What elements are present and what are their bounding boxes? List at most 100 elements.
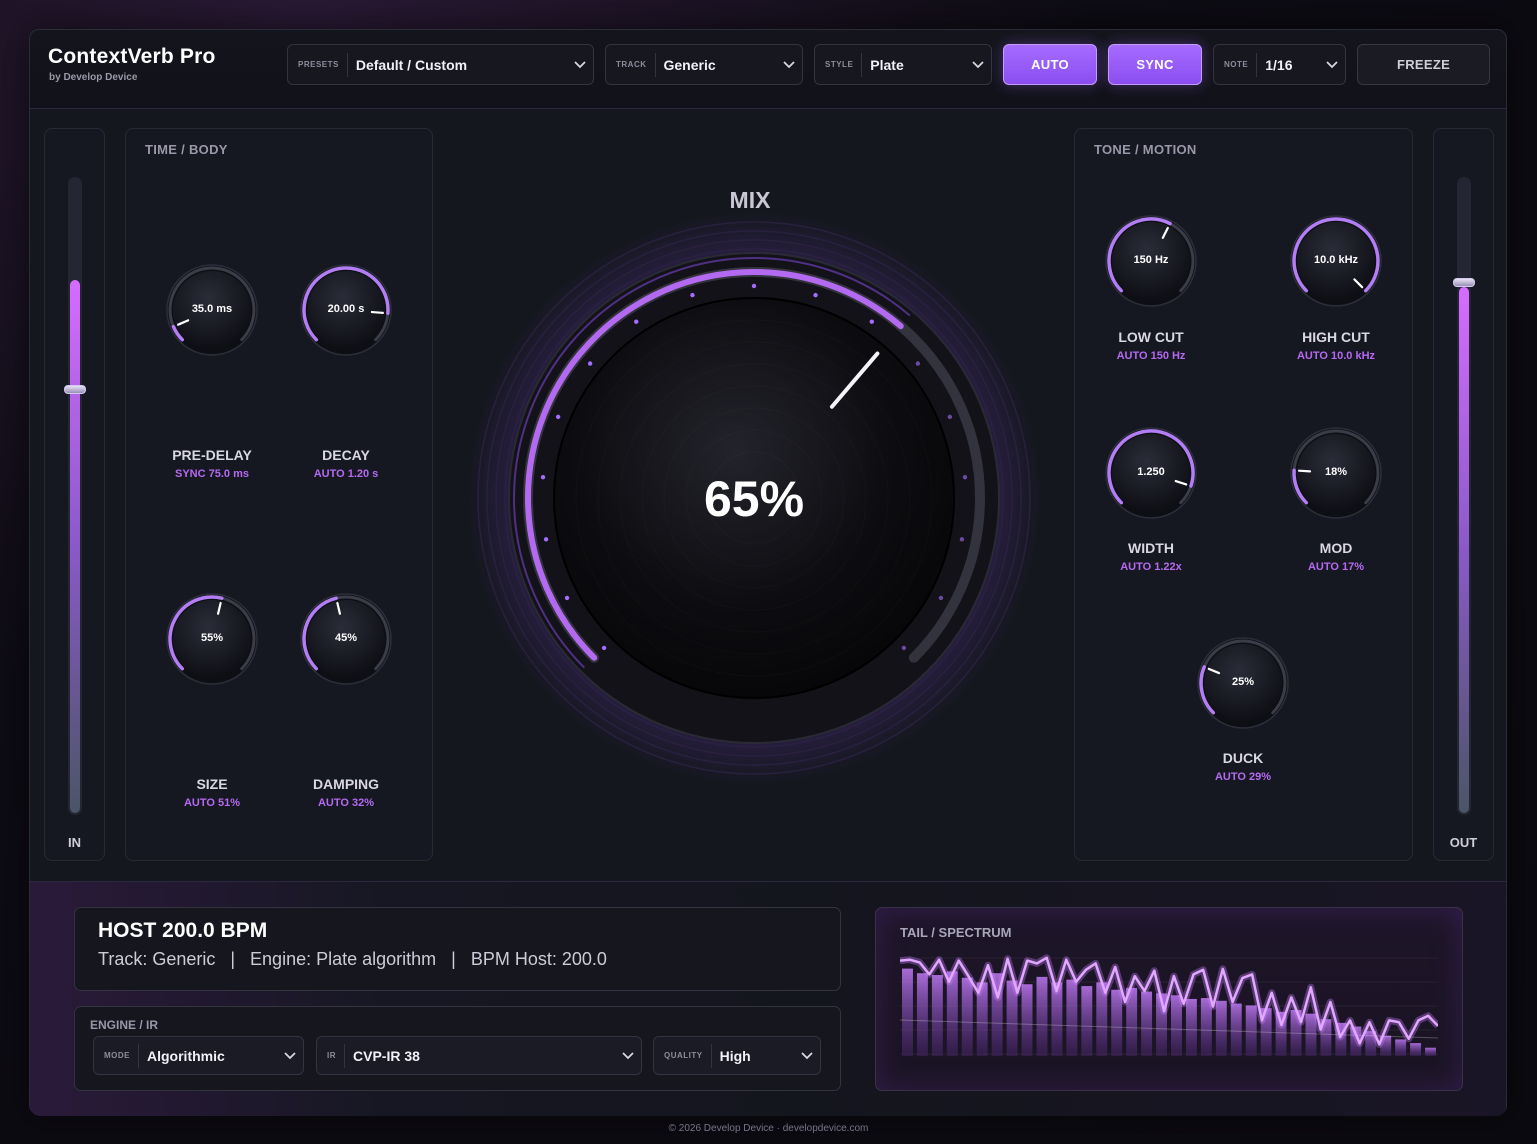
spectrum-bar <box>1425 1047 1436 1056</box>
footer-copyright: © 2026 Develop Device · developdevice.co… <box>668 1123 869 1134</box>
presets-dropdown[interactable]: PRESETS Default / Custom <box>287 44 594 85</box>
app-title: ContextVerb Pro <box>48 45 216 68</box>
knob-label: LOW CUT <box>1118 329 1184 345</box>
tail-spectrum-box: TAIL / SPECTRUM <box>875 907 1463 1091</box>
spectrum-bar <box>1036 976 1048 1056</box>
host-info-box: HOST 200.0 BPM Track: Generic | Engine: … <box>74 907 841 991</box>
time-body-panel: TIME / BODY 35.0 ms PRE-DELAY SYNC 75.0 ms… <box>125 128 433 861</box>
quality-dropdown[interactable]: QUALITY High <box>653 1036 821 1075</box>
mix-knob[interactable]: 65% <box>467 211 1041 785</box>
mix-value: 65% <box>704 471 804 527</box>
tone-motion-title: TONE / MOTION <box>1094 142 1197 157</box>
knob-value: 55% <box>200 632 224 644</box>
note-dropdown[interactable]: NOTE 1/16 <box>1213 44 1346 85</box>
tone_motion-knob-2[interactable]: 1.250 <box>1103 425 1199 521</box>
presets-tag: PRESETS <box>288 52 348 77</box>
tone_motion-knob-0[interactable]: 150 Hz <box>1103 213 1199 309</box>
host-info-line: Track: Generic | Engine: Plate algorithm… <box>98 949 607 969</box>
track-tag: TRACK <box>606 52 656 77</box>
track-dropdown[interactable]: TRACK Generic <box>605 44 803 85</box>
spectrum-bar <box>1215 1000 1227 1056</box>
time_body-knob-0[interactable]: 35.0 ms <box>164 262 260 358</box>
ir-tag: IR <box>317 1043 345 1068</box>
app-subtitle: by Develop Device <box>49 72 138 83</box>
engine-ir-box: ENGINE / IR MODE Algorithmic IR CVP-IR 3… <box>74 1006 841 1091</box>
knob-auto-value: AUTO 150 Hz <box>1116 350 1186 362</box>
knob-value: 25% <box>1231 676 1255 688</box>
spectrum-bar <box>1230 1003 1242 1056</box>
knob-value: 150 Hz <box>1133 254 1169 266</box>
tone_motion-knob-4[interactable]: 25% <box>1195 635 1291 731</box>
presets-value: Default / Custom <box>355 56 468 73</box>
output-level-fill <box>1459 286 1469 813</box>
knob-label: DECAY <box>322 447 370 463</box>
time_body-knob-3[interactable]: 45% <box>298 591 394 687</box>
tone_motion-knob-1[interactable]: 10.0 kHz <box>1288 213 1384 309</box>
mix-title: MIX <box>729 187 771 213</box>
chevron-down-icon <box>277 1037 303 1074</box>
spectrum-bar <box>916 973 928 1056</box>
knob-auto-value: AUTO 17% <box>1307 561 1365 573</box>
spectrum-bar <box>1395 1039 1407 1056</box>
bottom-section: HOST 200.0 BPM Track: Generic | Engine: … <box>30 881 1506 1116</box>
output-label: OUT <box>1449 835 1478 850</box>
style-dropdown[interactable]: STYLE Plate <box>814 44 992 85</box>
knob-auto-value: AUTO 32% <box>317 797 375 809</box>
spectrum-bar <box>1021 984 1033 1056</box>
ir-dropdown[interactable]: IR CVP-IR 38 <box>316 1036 642 1075</box>
output-meter-track <box>1453 177 1475 815</box>
knob-auto-value: AUTO 29% <box>1214 771 1272 783</box>
output-gain-slider-handle[interactable] <box>1453 277 1475 287</box>
sync-button[interactable]: SYNC <box>1108 44 1202 85</box>
spectrum-bar <box>1245 1005 1257 1056</box>
chevron-down-icon <box>567 45 593 84</box>
knob-value: 20.00 s <box>327 303 365 315</box>
mode-value: Algorithmic <box>147 1047 225 1064</box>
freeze-button[interactable]: FREEZE <box>1357 44 1490 85</box>
ir-value: CVP-IR 38 <box>353 1047 420 1064</box>
quality-tag: QUALITY <box>654 1043 712 1068</box>
chevron-down-icon <box>776 45 802 84</box>
tail-spectrum-title: TAIL / SPECTRUM <box>900 925 1012 940</box>
spectrum-bar <box>1185 998 1197 1056</box>
spectrum-bar <box>931 975 943 1056</box>
time_body-knob-1[interactable]: 20.00 s <box>298 262 394 358</box>
note-value: 1/16 <box>1265 56 1293 73</box>
chevron-down-icon <box>615 1037 641 1074</box>
input-gain-slider-handle[interactable] <box>64 384 86 394</box>
style-value: Plate <box>870 56 904 73</box>
knob-auto-value: AUTO 1.20 s <box>313 468 379 480</box>
track-value: Generic <box>663 56 716 73</box>
spectrum-bar <box>1410 1043 1422 1056</box>
auto-button[interactable]: AUTO <box>1003 44 1097 85</box>
style-tag: STYLE <box>815 52 863 77</box>
spectrum-bar <box>1066 979 1078 1056</box>
tone_motion-knob-3[interactable]: 18% <box>1288 425 1384 521</box>
time_body-knob-2[interactable]: 55% <box>164 591 260 687</box>
host-bpm-title: HOST 200.0 BPM <box>98 919 268 942</box>
spectrum-bar <box>961 977 973 1056</box>
header-bar: ContextVerb Pro by Develop Device PRESET… <box>30 30 1506 109</box>
knob-label: DAMPING <box>312 776 380 792</box>
knob-value: 18% <box>1324 466 1348 478</box>
spectrum-display <box>900 954 1438 1056</box>
spectrum-bar <box>1081 986 1093 1056</box>
chevron-down-icon <box>1319 45 1345 84</box>
mode-dropdown[interactable]: MODE Algorithmic <box>93 1036 304 1075</box>
quality-value: High <box>719 1047 751 1064</box>
knob-auto-value: AUTO 1.22x <box>1120 561 1182 573</box>
input-meter: IN <box>44 128 105 861</box>
output-meter: OUT <box>1433 128 1494 861</box>
knob-value: 35.0 ms <box>191 303 233 315</box>
input-meter-track <box>64 177 86 815</box>
knob-label: WIDTH <box>1128 540 1174 556</box>
spectrum-bar <box>902 968 913 1056</box>
time-body-title: TIME / BODY <box>145 142 228 157</box>
spectrum-bar <box>1141 991 1153 1056</box>
engine-ir-title: ENGINE / IR <box>90 1018 159 1032</box>
note-tag: NOTE <box>1214 52 1258 77</box>
knob-value: 1.250 <box>1137 466 1165 478</box>
chevron-down-icon <box>794 1037 820 1074</box>
knob-label: HIGH CUT <box>1302 329 1370 345</box>
knob-value: 10.0 kHz <box>1313 254 1359 266</box>
